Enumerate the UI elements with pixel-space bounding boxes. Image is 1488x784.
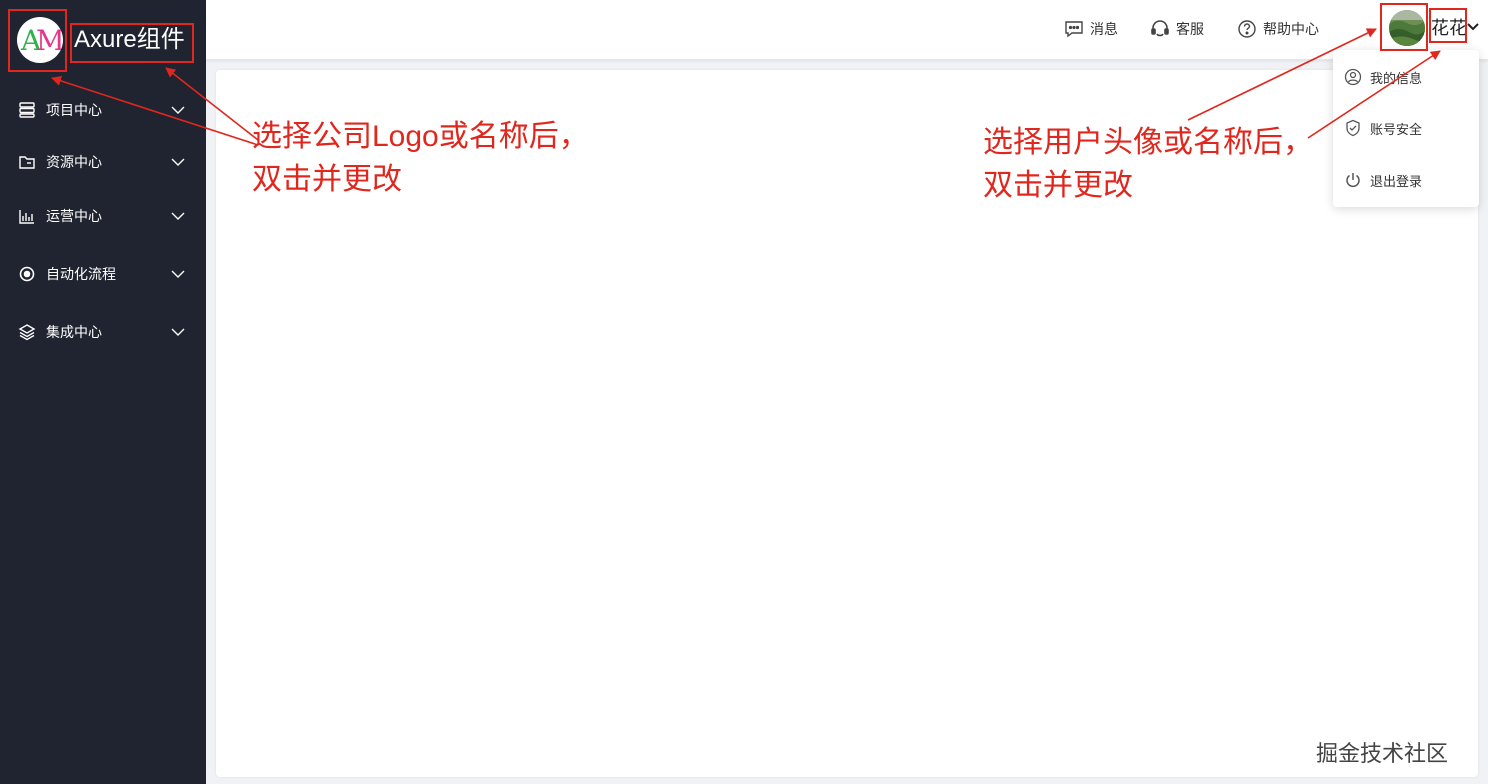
sidebar-item-label: 集成中心 xyxy=(46,324,102,340)
messages-label: 消息 xyxy=(1090,21,1118,37)
server-icon xyxy=(18,101,36,119)
question-circle-icon xyxy=(1237,19,1257,39)
sidebar-item-integration[interactable]: 集成中心 xyxy=(0,312,206,352)
menu-item-my-info[interactable]: 我的信息 xyxy=(1333,57,1479,97)
help-center-label: 帮助中心 xyxy=(1263,21,1319,37)
sidebar-item-automation[interactable]: 自动化流程 xyxy=(0,254,206,294)
sidebar: A M Axure组件 项目中心 资源中心 运营中心 自动化流程 集成中心 xyxy=(0,0,206,784)
menu-item-account-security[interactable]: 账号安全 xyxy=(1333,108,1479,148)
menu-item-label: 账号安全 xyxy=(1370,121,1423,137)
help-center-link[interactable]: 帮助中心 xyxy=(1237,18,1319,40)
logo-highlight-box xyxy=(8,9,67,72)
shield-check-icon xyxy=(1344,119,1362,137)
annotation-left-line1: 选择公司Logo或名称后， xyxy=(252,120,589,153)
chevron-down-icon xyxy=(170,324,186,340)
avatar-highlight-box xyxy=(1380,3,1428,51)
chevron-down-icon xyxy=(170,154,186,170)
power-icon xyxy=(1344,171,1362,189)
sidebar-item-label: 自动化流程 xyxy=(46,266,116,282)
chevron-down-icon[interactable] xyxy=(1466,20,1480,34)
sidebar-item-label: 项目中心 xyxy=(46,102,102,118)
brand-name-highlight-box xyxy=(70,23,194,63)
annotation-right-line2: 双击并更改 xyxy=(983,169,1133,202)
service-label: 客服 xyxy=(1176,21,1204,37)
sidebar-item-operations[interactable]: 运营中心 xyxy=(0,196,206,236)
chevron-down-icon xyxy=(170,208,186,224)
menu-item-label: 退出登录 xyxy=(1370,173,1423,189)
sidebar-item-projects[interactable]: 项目中心 xyxy=(0,90,206,130)
cycle-icon xyxy=(18,265,36,283)
user-dropdown-menu: 我的信息 账号安全 退出登录 xyxy=(1333,50,1479,207)
bar-chart-icon xyxy=(18,207,36,225)
service-link[interactable]: 客服 xyxy=(1150,18,1204,40)
sidebar-item-label: 资源中心 xyxy=(46,154,102,170)
watermark: 掘金技术社区 xyxy=(1316,741,1449,766)
annotation-right-line1: 选择用户头像或名称后， xyxy=(983,126,1313,159)
sidebar-item-label: 运营中心 xyxy=(46,208,102,224)
menu-item-logout[interactable]: 退出登录 xyxy=(1333,160,1479,200)
chevron-down-icon xyxy=(170,266,186,282)
menu-item-label: 我的信息 xyxy=(1370,70,1423,86)
layers-icon xyxy=(18,323,36,341)
user-circle-icon xyxy=(1344,68,1362,86)
sidebar-item-resources[interactable]: 资源中心 xyxy=(0,142,206,182)
message-icon xyxy=(1064,19,1084,39)
folder-icon xyxy=(18,153,36,171)
main-content-panel xyxy=(216,70,1478,777)
username-highlight-box xyxy=(1429,8,1467,43)
annotation-left-line2: 双击并更改 xyxy=(252,163,402,196)
headset-icon xyxy=(1150,19,1170,39)
messages-link[interactable]: 消息 xyxy=(1064,18,1118,40)
chevron-down-icon xyxy=(170,102,186,118)
